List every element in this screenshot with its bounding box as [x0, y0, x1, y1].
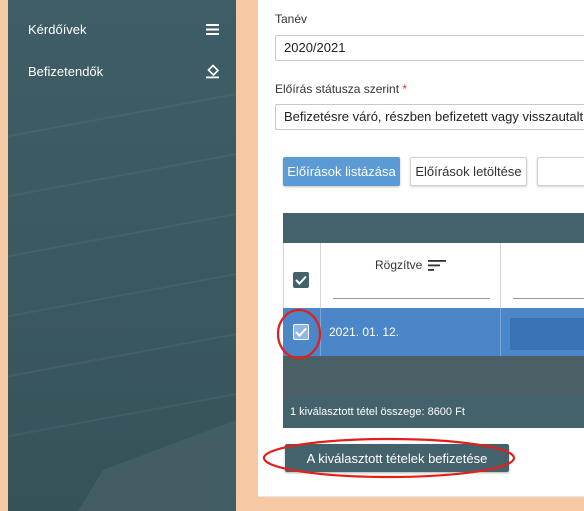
row-divider: [320, 308, 321, 356]
grid-footer: [283, 356, 584, 396]
status-select[interactable]: Befizetésre váró, részben befizetett vag…: [275, 104, 584, 130]
column-divider: [320, 243, 321, 308]
list-items-button[interactable]: Előírások listázása: [283, 157, 400, 186]
sidebar: Kérdőívek Befizetendők: [8, 0, 236, 511]
date-filter-input[interactable]: [333, 298, 490, 299]
required-mark: *: [402, 82, 408, 96]
eraser-icon: [204, 63, 220, 79]
row-action-cell[interactable]: [510, 318, 584, 350]
sort-icon[interactable]: [428, 259, 447, 271]
selection-summary: 1 kiválasztott tétel összege: 8600 Ft: [290, 406, 465, 418]
status-label-text: Előírás státusza szerint: [275, 82, 400, 96]
sidebar-item-befizetendok[interactable]: Befizetendők: [8, 56, 236, 86]
status-label: Előírás státusza szerint *: [275, 82, 407, 96]
column-divider: [500, 243, 501, 308]
check-icon: [295, 327, 307, 337]
pay-selected-button[interactable]: A kiválasztott tételek befizetése: [285, 444, 509, 472]
list-icon: [204, 21, 220, 37]
year-select[interactable]: 2020/2021: [275, 35, 584, 61]
year-label: Tanév: [275, 12, 308, 26]
check-icon: [295, 275, 307, 285]
column-title: Rögzítve: [375, 258, 423, 272]
column-header-rogzitve[interactable]: Rögzítve: [375, 258, 447, 272]
sidebar-item-kerdoivek[interactable]: Kérdőívek: [8, 14, 236, 44]
grid-toolbar: [283, 213, 584, 243]
main-panel: Tanév 2020/2021 Előírás státusza szerint…: [258, 0, 584, 497]
row-date: 2021. 01. 12.: [329, 325, 400, 339]
sidebar-item-label: Befizetendők: [28, 63, 104, 79]
row-checkbox[interactable]: [293, 324, 309, 340]
second-filter-input[interactable]: [513, 298, 584, 299]
row-divider: [500, 308, 501, 356]
download-items-button[interactable]: Előírások letöltése: [410, 157, 527, 186]
more-button[interactable]: [537, 157, 584, 186]
select-all-checkbox[interactable]: [293, 272, 309, 288]
sidebar-item-label: Kérdőívek: [28, 21, 87, 37]
